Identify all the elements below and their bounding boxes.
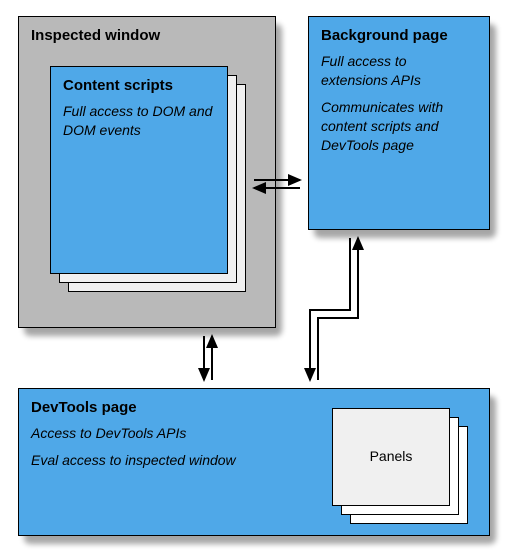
inspected-window-title: Inspected window bbox=[31, 27, 263, 44]
content-scripts-desc: Full access to DOM and DOM events bbox=[63, 102, 215, 140]
content-scripts-box: Content scripts Full access to DOM and D… bbox=[50, 66, 228, 274]
background-page-title: Background page bbox=[321, 27, 477, 44]
background-page-box: Background page Full access to extension… bbox=[308, 16, 490, 230]
background-page-desc2: Communicates with content scripts and De… bbox=[321, 98, 477, 155]
panels-label: Panels bbox=[332, 448, 450, 464]
content-scripts-title: Content scripts bbox=[63, 77, 215, 94]
background-page-desc1: Full access to extensions APIs bbox=[321, 52, 477, 90]
